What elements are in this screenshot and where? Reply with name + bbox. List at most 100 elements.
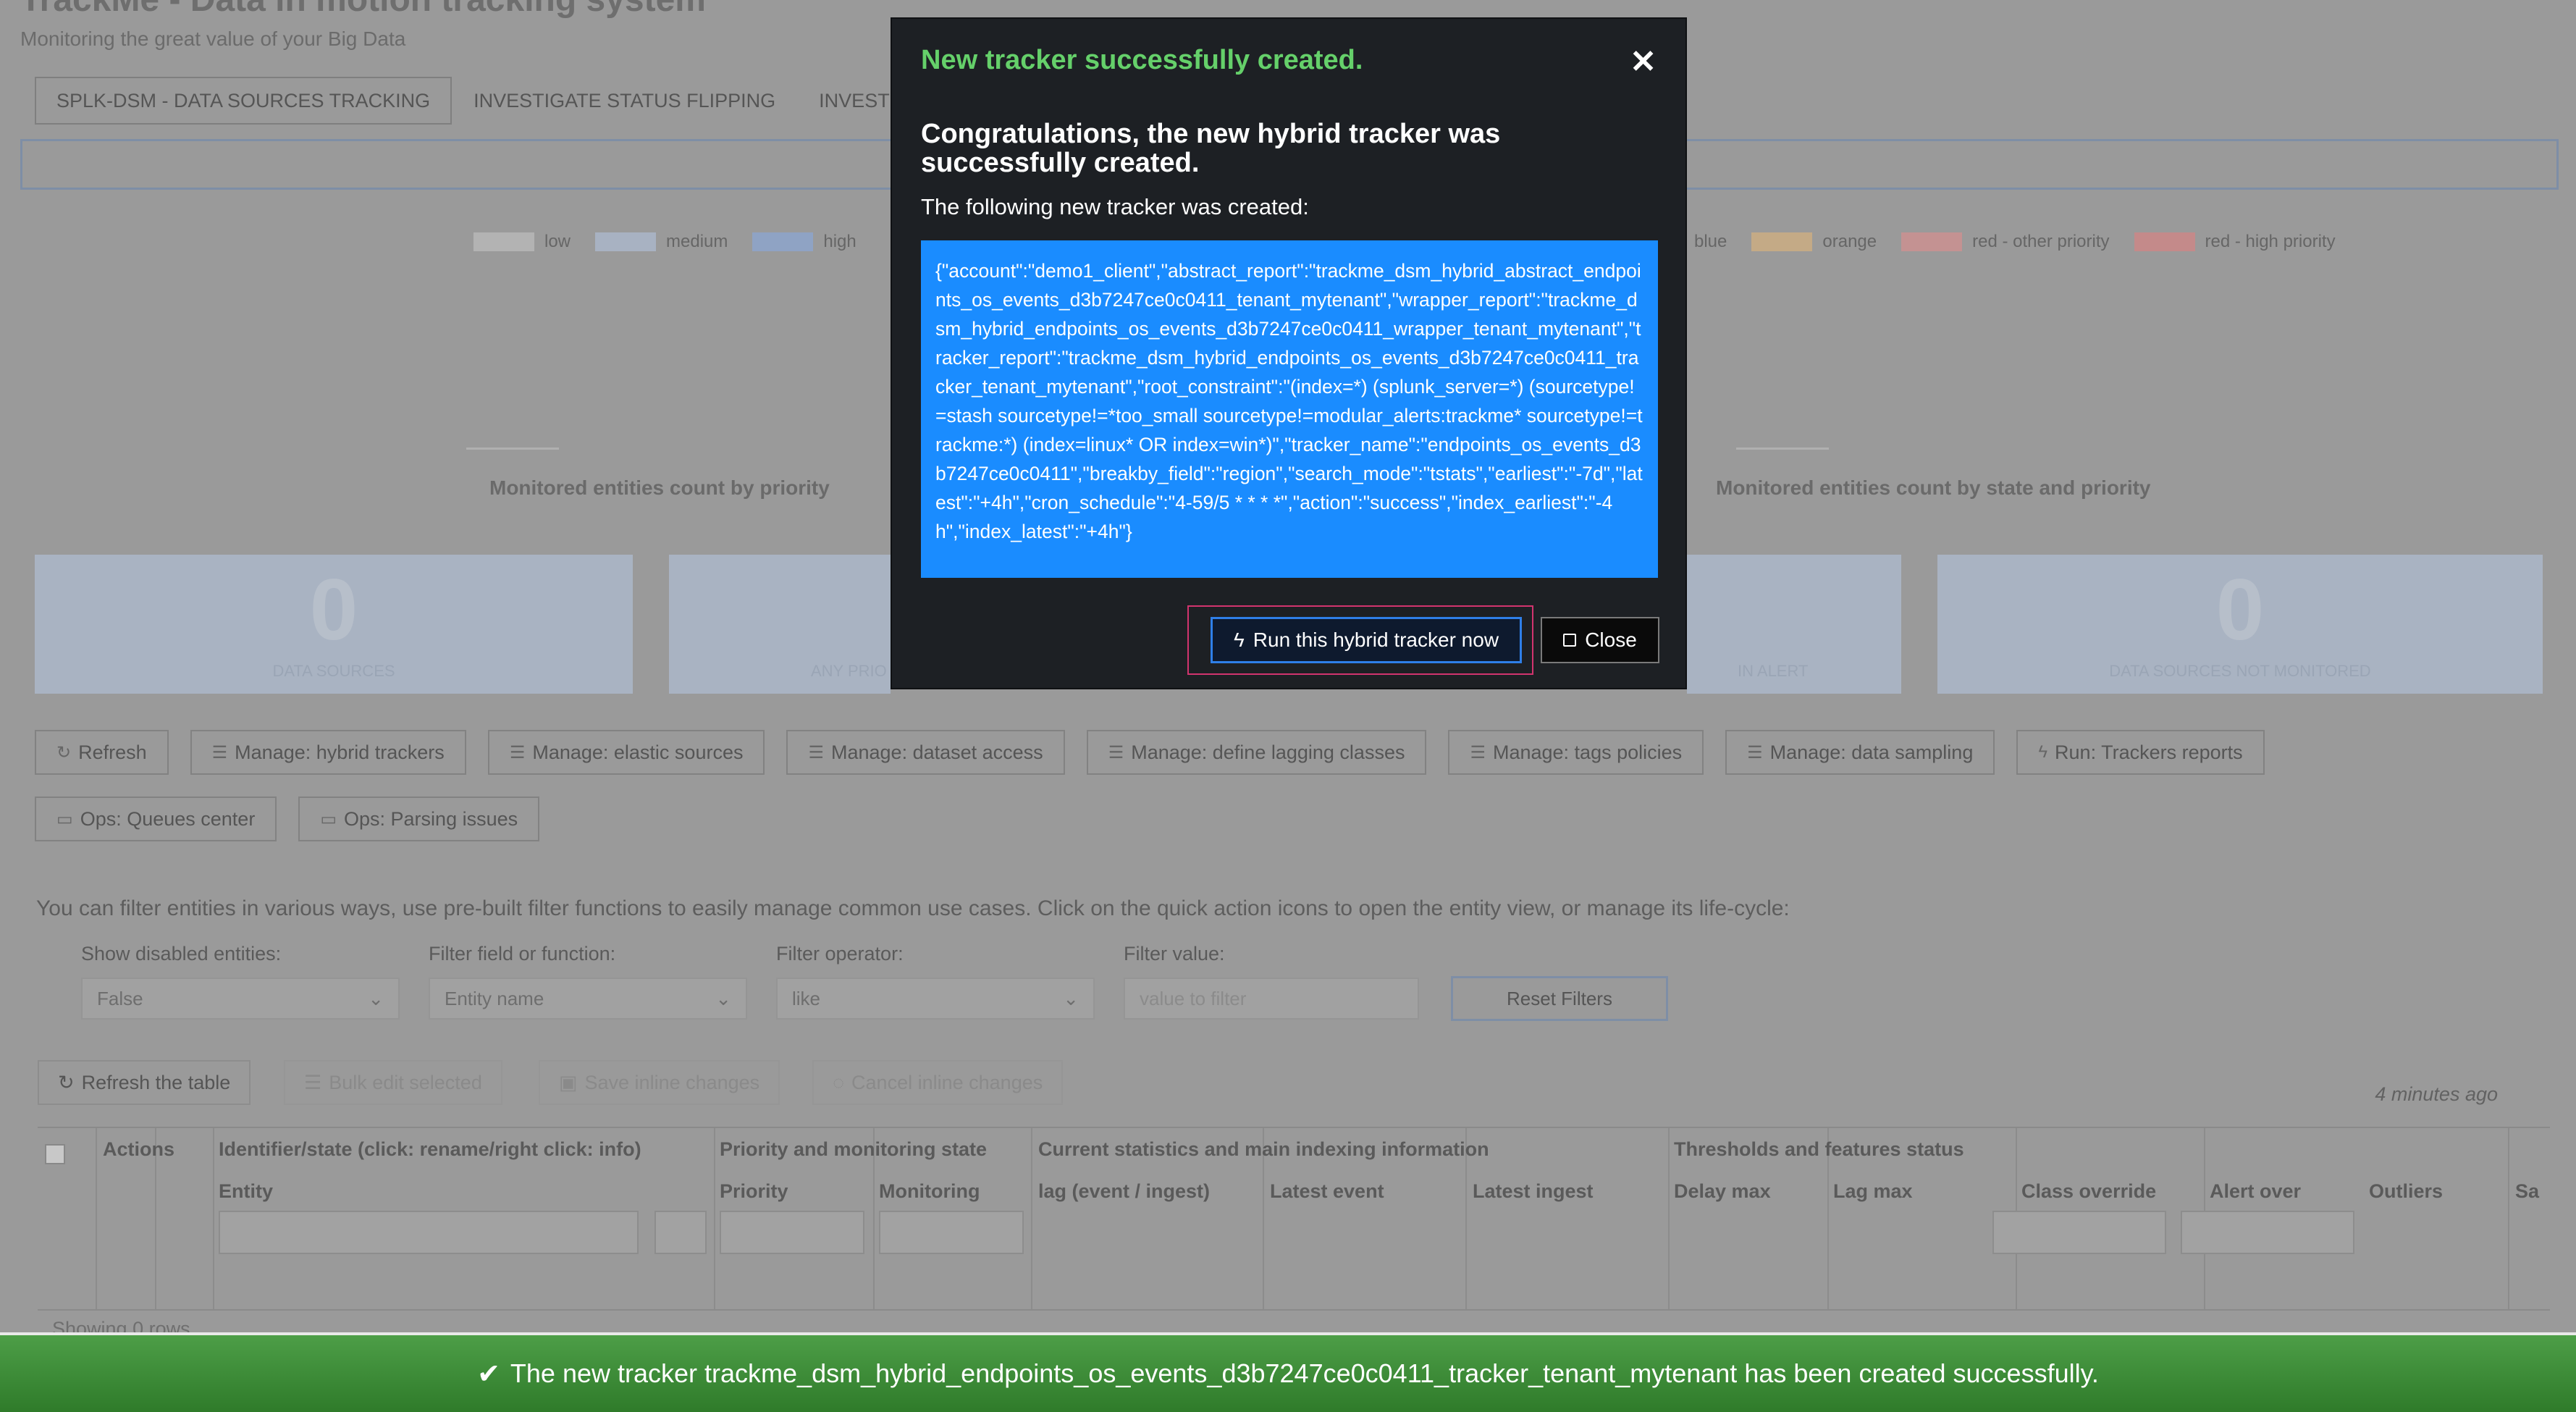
manage-lagging-classes-button[interactable]: ☰ Manage: define lagging classes bbox=[1086, 730, 1427, 775]
show-disabled-select[interactable]: False ⌄ bbox=[81, 978, 400, 1020]
app-title: TrackMe - Data in motion tracking system bbox=[20, 0, 706, 20]
col-class-override[interactable]: Class override bbox=[2021, 1180, 2156, 1203]
col-monitoring[interactable]: Monitoring bbox=[879, 1180, 980, 1203]
priority-filter-input[interactable] bbox=[720, 1211, 864, 1254]
legend-state: blue orange red - other priority red - h… bbox=[1694, 232, 2336, 252]
button-label: Manage: dataset access bbox=[831, 741, 1043, 763]
column-divider bbox=[1668, 1128, 1670, 1309]
tile-value: 0 bbox=[309, 561, 358, 658]
save-icon: ▣ bbox=[559, 1071, 578, 1093]
col-outliers[interactable]: Outliers bbox=[2369, 1180, 2443, 1203]
monitor-icon: ▭ bbox=[320, 809, 337, 829]
col-lag[interactable]: lag (event / ingest) bbox=[1038, 1180, 1210, 1203]
column-divider bbox=[714, 1128, 715, 1309]
legend-label-red-high: red - high priority bbox=[2205, 232, 2336, 251]
legend-label-blue: blue bbox=[1694, 232, 1727, 251]
col-delay-max[interactable]: Delay max bbox=[1674, 1180, 1771, 1203]
col-entity[interactable]: Entity bbox=[219, 1180, 273, 1203]
app-subtitle: Monitoring the great value of your Big D… bbox=[20, 28, 406, 50]
close-icon[interactable]: ✕ bbox=[1630, 46, 1657, 78]
column-divider bbox=[2508, 1128, 2509, 1309]
group-statistics: Current statistics and main indexing inf… bbox=[1038, 1138, 1489, 1160]
legend-priority: low medium high bbox=[473, 232, 856, 252]
sliders-icon: ☰ bbox=[509, 742, 526, 762]
manage-elastic-sources-button[interactable]: ☰ Manage: elastic sources bbox=[487, 730, 765, 775]
tile-not-monitored[interactable]: 0 DATA SOURCES NOT MONITORED bbox=[1937, 555, 2543, 694]
select-all-checkbox[interactable] bbox=[45, 1144, 65, 1164]
button-label: Run: Trackers reports bbox=[2055, 741, 2243, 763]
metric-title-state: Monitored entities count by state and pr… bbox=[1716, 476, 2151, 499]
tab-data-sources-tracking[interactable]: SPLK-DSM - DATA SOURCES TRACKING bbox=[35, 77, 453, 125]
col-alert-over[interactable]: Alert over bbox=[2210, 1180, 2301, 1203]
modal-subheading: The following new tracker was created: bbox=[921, 194, 1309, 219]
manage-hybrid-trackers-button[interactable]: ☰ Manage: hybrid trackers bbox=[190, 730, 466, 775]
run-trackers-reports-button[interactable]: ϟ Run: Trackers reports bbox=[2016, 730, 2265, 775]
refresh-icon: ↻ bbox=[58, 1071, 75, 1093]
modal-title: New tracker successfully created. bbox=[921, 45, 1363, 75]
filter-operator-select[interactable]: like ⌄ bbox=[776, 978, 1095, 1020]
filter-value-label: Filter value: bbox=[1124, 943, 1225, 965]
select-value: False bbox=[97, 987, 143, 1009]
sliders-icon: ☰ bbox=[1108, 742, 1124, 762]
button-label: Save inline changes bbox=[584, 1071, 760, 1093]
chevron-down-icon: ⌄ bbox=[1063, 987, 1079, 1009]
filter-field-label: Filter field or function: bbox=[429, 943, 616, 965]
button-label: Manage: hybrid trackers bbox=[235, 741, 445, 763]
actions-row-2: ▭ Ops: Queues center ▭ Ops: Parsing issues bbox=[35, 797, 540, 841]
class-override-filter-input[interactable] bbox=[1992, 1211, 2166, 1254]
close-button[interactable]: Close bbox=[1541, 617, 1659, 663]
col-latest-ingest[interactable]: Latest ingest bbox=[1473, 1180, 1594, 1203]
save-inline-button[interactable]: ▣ Save inline changes bbox=[539, 1060, 780, 1105]
checkmark-icon: ✔ bbox=[477, 1358, 500, 1390]
manage-data-sampling-button[interactable]: ☰ Manage: data sampling bbox=[1725, 730, 1995, 775]
legend-swatch-red-high bbox=[2134, 232, 2195, 251]
reset-filters-button[interactable]: Reset Filters bbox=[1451, 976, 1668, 1021]
select-value: Entity name bbox=[445, 987, 544, 1009]
tile-label: DATA SOURCES NOT MONITORED bbox=[2109, 662, 2371, 680]
monitoring-filter-input[interactable] bbox=[879, 1211, 1024, 1254]
tile-data-sources[interactable]: 0 DATA SOURCES bbox=[35, 555, 633, 694]
lightning-icon: ϟ bbox=[1233, 629, 1245, 651]
group-priority: Priority and monitoring state bbox=[720, 1138, 988, 1160]
manage-dataset-access-button[interactable]: ☰ Manage: dataset access bbox=[786, 730, 1065, 775]
cancel-inline-button[interactable]: ◌ Cancel inline changes bbox=[812, 1060, 1064, 1105]
refresh-button[interactable]: ↻ Refresh bbox=[35, 730, 169, 775]
alert-over-filter-input[interactable] bbox=[2181, 1211, 2354, 1254]
chevron-down-icon: ⌄ bbox=[368, 987, 384, 1009]
ops-parsing-issues-button[interactable]: ▭ Ops: Parsing issues bbox=[298, 797, 540, 841]
chevron-down-icon: ⌄ bbox=[715, 987, 731, 1009]
input-placeholder: value to filter bbox=[1140, 987, 1247, 1009]
legend-label-high: high bbox=[823, 232, 856, 251]
legend-label-orange: orange bbox=[1822, 232, 1877, 251]
filter-field-select[interactable]: Entity name ⌄ bbox=[429, 978, 747, 1020]
button-label: Close bbox=[1585, 629, 1637, 651]
filter-value-input[interactable]: value to filter bbox=[1124, 978, 1419, 1020]
bulk-edit-button[interactable]: ☰ Bulk edit selected bbox=[284, 1060, 502, 1105]
button-label: Cancel inline changes bbox=[851, 1071, 1043, 1093]
button-label: Refresh bbox=[78, 741, 147, 763]
button-label: Manage: tags policies bbox=[1492, 741, 1683, 763]
ops-queues-center-button[interactable]: ▭ Ops: Queues center bbox=[35, 797, 277, 841]
show-disabled-label: Show disabled entities: bbox=[81, 943, 282, 965]
column-divider bbox=[213, 1128, 214, 1309]
button-label: Bulk edit selected bbox=[329, 1071, 482, 1093]
tile-any-priority[interactable]: ANY PRIO bbox=[669, 555, 891, 694]
refresh-table-button[interactable]: ↻ Refresh the table bbox=[38, 1060, 251, 1105]
tile-label: DATA SOURCES bbox=[272, 662, 395, 680]
entity-filter-input[interactable] bbox=[219, 1211, 639, 1254]
tab-investigate-status-flipping[interactable]: INVESTIGATE STATUS FLIPPING bbox=[452, 77, 797, 125]
col-lag-max[interactable]: Lag max bbox=[1833, 1180, 1913, 1203]
sliders-icon: ☰ bbox=[1747, 742, 1763, 762]
success-toast: ✔ The new tracker trackme_dsm_hybrid_end… bbox=[0, 1332, 2576, 1412]
col-latest-event[interactable]: Latest event bbox=[1270, 1180, 1384, 1203]
column-filter-input[interactable] bbox=[654, 1211, 707, 1254]
group-thresholds: Thresholds and features status bbox=[1674, 1138, 1964, 1160]
tile-in-alert[interactable]: IN ALERT bbox=[1687, 555, 1901, 694]
button-label: Manage: data sampling bbox=[1769, 741, 1974, 763]
manage-tags-policies-button[interactable]: ☰ Manage: tags policies bbox=[1448, 730, 1704, 775]
col-sampling[interactable]: Sa bbox=[2515, 1180, 2539, 1203]
cancel-icon: ◌ bbox=[833, 1071, 845, 1093]
col-priority[interactable]: Priority bbox=[720, 1180, 788, 1203]
run-hybrid-tracker-button[interactable]: ϟ Run this hybrid tracker now bbox=[1211, 617, 1522, 663]
toast-message: The new tracker trackme_dsm_hybrid_endpo… bbox=[510, 1358, 2099, 1388]
